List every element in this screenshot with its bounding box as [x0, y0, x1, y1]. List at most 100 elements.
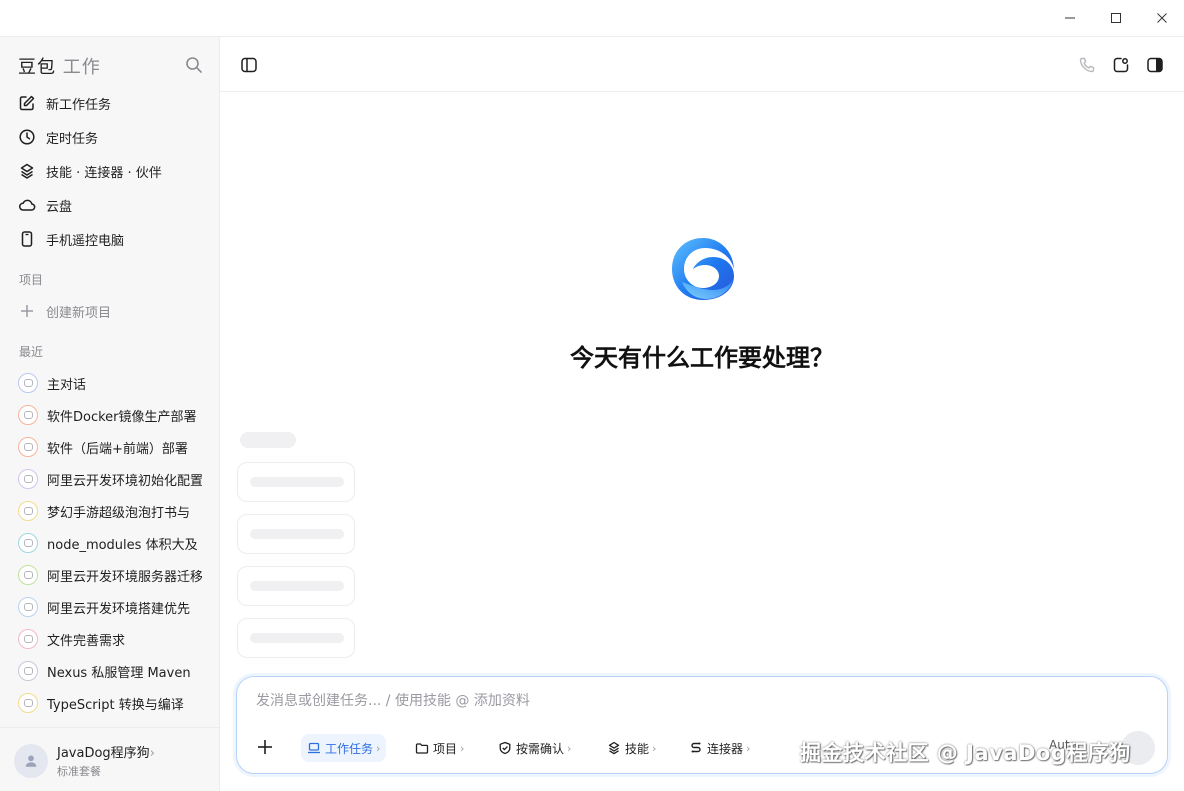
search-icon: [186, 57, 202, 73]
plus-icon: [21, 305, 33, 317]
sidebar-toggle-icon: [241, 57, 257, 73]
minimize-icon: [1065, 17, 1075, 19]
phone-call-icon: [1079, 57, 1095, 73]
recent-item[interactable]: 阿里云开发环境搭建优先: [10, 593, 210, 621]
recent-item-label: 阿里云开发环境初始化配置: [47, 473, 202, 489]
minimize-button[interactable]: [1047, 0, 1093, 36]
recent-item[interactable]: node_modules 体积大及: [10, 529, 210, 557]
recent-item[interactable]: 阿里云开发环境服务器迁移: [10, 561, 210, 589]
layers-icon: [608, 741, 620, 755]
chip-project[interactable]: 项目 ›: [409, 734, 470, 762]
chip-chevron: ›: [460, 741, 465, 755]
nav-label: 技能 · 连接器 · 伙伴: [46, 165, 162, 181]
laptop-icon: [308, 742, 320, 754]
chip-skills[interactable]: 技能 ›: [601, 734, 662, 762]
nav-skills-connectors[interactable]: 技能 · 连接器 · 伙伴: [10, 156, 210, 186]
recent-item[interactable]: 软件（后端+前端）部署: [10, 433, 210, 461]
maximize-button[interactable]: [1093, 0, 1139, 36]
watermark-text: 掘金技术社区 @ JavaDog程序狗: [800, 741, 1131, 765]
create-project-button[interactable]: 创建新项目: [10, 296, 210, 326]
chip-label: 项目: [433, 741, 458, 756]
chip-label: 按需确认: [516, 741, 565, 756]
user-footer: JavaDog程序狗› 标准套餐: [0, 727, 219, 791]
chip-chevron: ›: [567, 741, 572, 755]
projects-section-label: 项目: [19, 273, 44, 287]
user-name-button[interactable]: JavaDog程序狗›: [57, 742, 155, 761]
chip-connectors[interactable]: 连接器 ›: [683, 734, 756, 762]
nav-phone-remote[interactable]: 手机遥控电脑: [10, 224, 210, 254]
call-button[interactable]: [1075, 53, 1099, 77]
skeleton-card: [237, 566, 355, 606]
recent-item-label: 阿里云开发环境服务器迁移: [47, 569, 202, 585]
chat-bubble-icon: [18, 405, 38, 425]
toggle-sidebar-button[interactable]: [237, 53, 261, 77]
recent-section-label: 最近: [19, 345, 44, 359]
chip-label: 连接器: [707, 741, 744, 756]
recent-item[interactable]: 软件Docker镜像生产部署: [10, 401, 210, 429]
skeleton-card: [237, 462, 355, 502]
chat-bubble-icon: [18, 501, 38, 521]
recent-item-label: 梦幻手游超级泡泡打书与: [47, 505, 191, 521]
plus-icon: [258, 740, 272, 754]
user-icon: [25, 755, 37, 767]
page-headline: 今天有什么工作要处理？: [570, 344, 834, 372]
new-chat-icon: [1113, 57, 1129, 73]
recent-item[interactable]: TypeScript 转换与编译: [10, 689, 210, 717]
chip-confirm[interactable]: 按需确认 ›: [492, 734, 577, 762]
clock-icon: [19, 129, 35, 145]
close-button[interactable]: [1139, 0, 1184, 36]
brand-title: 豆包 工作: [18, 53, 101, 79]
create-project-label: 创建新项目: [46, 305, 112, 321]
brand-sub: 工作: [62, 57, 101, 78]
folder-icon: [415, 743, 429, 754]
new-chat-button[interactable]: [1109, 53, 1133, 77]
chip-chevron: ›: [746, 741, 751, 755]
maximize-icon: [1111, 13, 1121, 23]
cloud-icon: [19, 199, 36, 211]
sidebar-search-button[interactable]: [184, 55, 204, 75]
toggle-panel-button[interactable]: [1143, 53, 1167, 77]
chat-bubble-icon: [18, 533, 38, 553]
recent-item-label: Nexus 私服管理 Maven: [47, 665, 191, 681]
link-icon: [691, 742, 701, 753]
chip-label: 工作任务: [325, 741, 374, 756]
nav-label: 云盘: [46, 199, 73, 215]
recent-item[interactable]: 阿里云开发环境初始化配置: [10, 465, 210, 493]
nav-scheduled-tasks[interactable]: 定时任务: [10, 122, 210, 152]
panel-toggle-icon: [1147, 57, 1163, 73]
chip-work-task[interactable]: 工作任务 ›: [301, 734, 387, 762]
chip-label: 技能: [625, 741, 650, 756]
sidebar: 豆包 工作 新工作任务 定时任务 技能 · 连接器 · 伙伴 云盘 手机遥控电脑…: [0, 36, 220, 791]
chat-bubble-icon: [18, 661, 38, 681]
recent-item[interactable]: Nexus 私服管理 Maven: [10, 657, 210, 685]
brand-main: 豆包: [18, 57, 56, 78]
recent-item[interactable]: 文件完善需求: [10, 625, 210, 653]
chip-chevron: ›: [652, 741, 657, 755]
recent-item[interactable]: 主对话: [10, 369, 210, 397]
nav-label: 手机遥控电脑: [46, 233, 125, 249]
nav-new-task[interactable]: 新工作任务: [10, 88, 210, 118]
message-input[interactable]: [256, 693, 1136, 709]
edit-icon: [19, 95, 35, 111]
recent-item-label: 软件Docker镜像生产部署: [47, 409, 197, 425]
skeleton-title: [240, 432, 296, 448]
chat-bubble-icon: [18, 565, 38, 585]
skeleton-card: [237, 514, 355, 554]
chat-bubble-icon: [18, 437, 38, 457]
skeleton-card: [237, 618, 355, 658]
recent-item[interactable]: 梦幻手游超级泡泡打书与: [10, 497, 210, 525]
recent-item-label: 主对话: [47, 377, 87, 393]
chat-bubble-icon: [18, 693, 38, 713]
user-plan: 标准套餐: [57, 765, 101, 778]
phone-icon: [21, 231, 33, 247]
close-icon: [1157, 13, 1167, 23]
attach-button[interactable]: [253, 735, 277, 759]
chat-bubble-icon: [18, 373, 38, 393]
recent-item-label: node_modules 体积大及: [47, 537, 198, 553]
chat-bubble-icon: [18, 597, 38, 617]
chat-bubble-icon: [18, 629, 38, 649]
user-chevron: ›: [149, 746, 155, 761]
nav-cloud-drive[interactable]: 云盘: [10, 190, 210, 220]
avatar[interactable]: [14, 744, 48, 778]
doubao-logo: [672, 238, 734, 300]
